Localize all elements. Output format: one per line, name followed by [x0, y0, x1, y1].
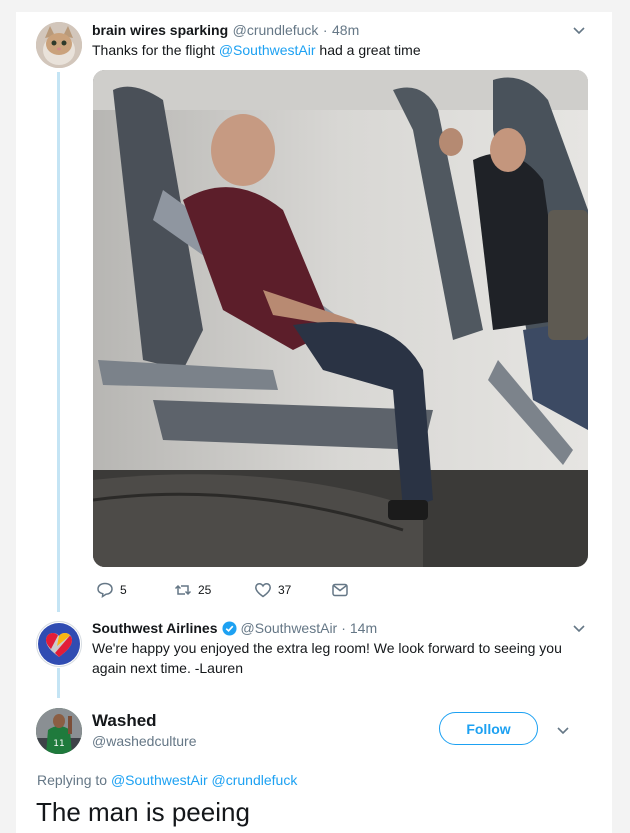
- southwest-logo-avatar[interactable]: [36, 621, 82, 667]
- replying-prefix: Replying to: [37, 772, 111, 788]
- reply-count: 5: [120, 583, 127, 597]
- tweet-text-part: Thanks for the flight: [92, 42, 219, 58]
- retweet-action[interactable]: 25: [174, 581, 211, 599]
- message-icon: [332, 583, 348, 597]
- replying-to: Replying to @SouthwestAir @crundlefuck: [37, 772, 297, 788]
- separator: ·: [322, 22, 328, 38]
- like-icon: [255, 583, 271, 598]
- message-action[interactable]: [331, 581, 349, 599]
- tweet1-header: brain wires sparking @crundlefuck · 48m: [92, 22, 359, 40]
- display-name[interactable]: brain wires sparking: [92, 22, 228, 38]
- like-count: 37: [278, 583, 292, 597]
- tweet-text-line: We're happy you enjoyed the extra leg ro…: [92, 640, 562, 656]
- separator: ·: [341, 620, 346, 636]
- tweet1-text: Thanks for the flight @SouthwestAir had …: [92, 40, 421, 60]
- chevron-down-icon[interactable]: [571, 22, 587, 38]
- thread-line: [57, 72, 60, 612]
- reply-icon: [97, 582, 113, 598]
- user-handle[interactable]: @SouthwestAir: [241, 620, 338, 636]
- chevron-down-icon[interactable]: [571, 620, 587, 636]
- follow-button[interactable]: Follow: [439, 712, 538, 745]
- tweet2-header: Southwest Airlines @SouthwestAir · 14m: [92, 620, 377, 636]
- tweet-photo[interactable]: [93, 70, 588, 567]
- replying-mentions[interactable]: @SouthwestAir @crundlefuck: [111, 772, 297, 788]
- retweet-icon: [174, 584, 192, 596]
- mention-link[interactable]: @SouthwestAir: [219, 42, 316, 58]
- timestamp[interactable]: 48m: [332, 22, 359, 38]
- tweet2-text: We're happy you enjoyed the extra leg ro…: [92, 638, 592, 678]
- chevron-down-icon[interactable]: [555, 722, 571, 738]
- avatar[interactable]: 11: [36, 708, 82, 754]
- display-name[interactable]: Southwest Airlines: [92, 620, 218, 636]
- like-action[interactable]: 37: [254, 581, 291, 599]
- tweet-text-part: had a great time: [315, 42, 421, 58]
- user-handle[interactable]: @crundlefuck: [233, 22, 319, 38]
- retweet-count: 25: [198, 583, 212, 597]
- display-name[interactable]: Washed: [92, 711, 157, 731]
- tweet3-text: The man is peeing: [36, 797, 250, 827]
- svg-text:11: 11: [53, 739, 64, 749]
- user-handle[interactable]: @washedculture: [92, 733, 197, 749]
- timestamp[interactable]: 14m: [350, 620, 377, 636]
- avatar[interactable]: [36, 22, 82, 68]
- verified-badge-icon: [221, 620, 237, 636]
- thread-line-2: [57, 668, 60, 698]
- tweet-text-line: again next time. -Lauren: [92, 660, 243, 676]
- reply-action[interactable]: 5: [96, 581, 127, 599]
